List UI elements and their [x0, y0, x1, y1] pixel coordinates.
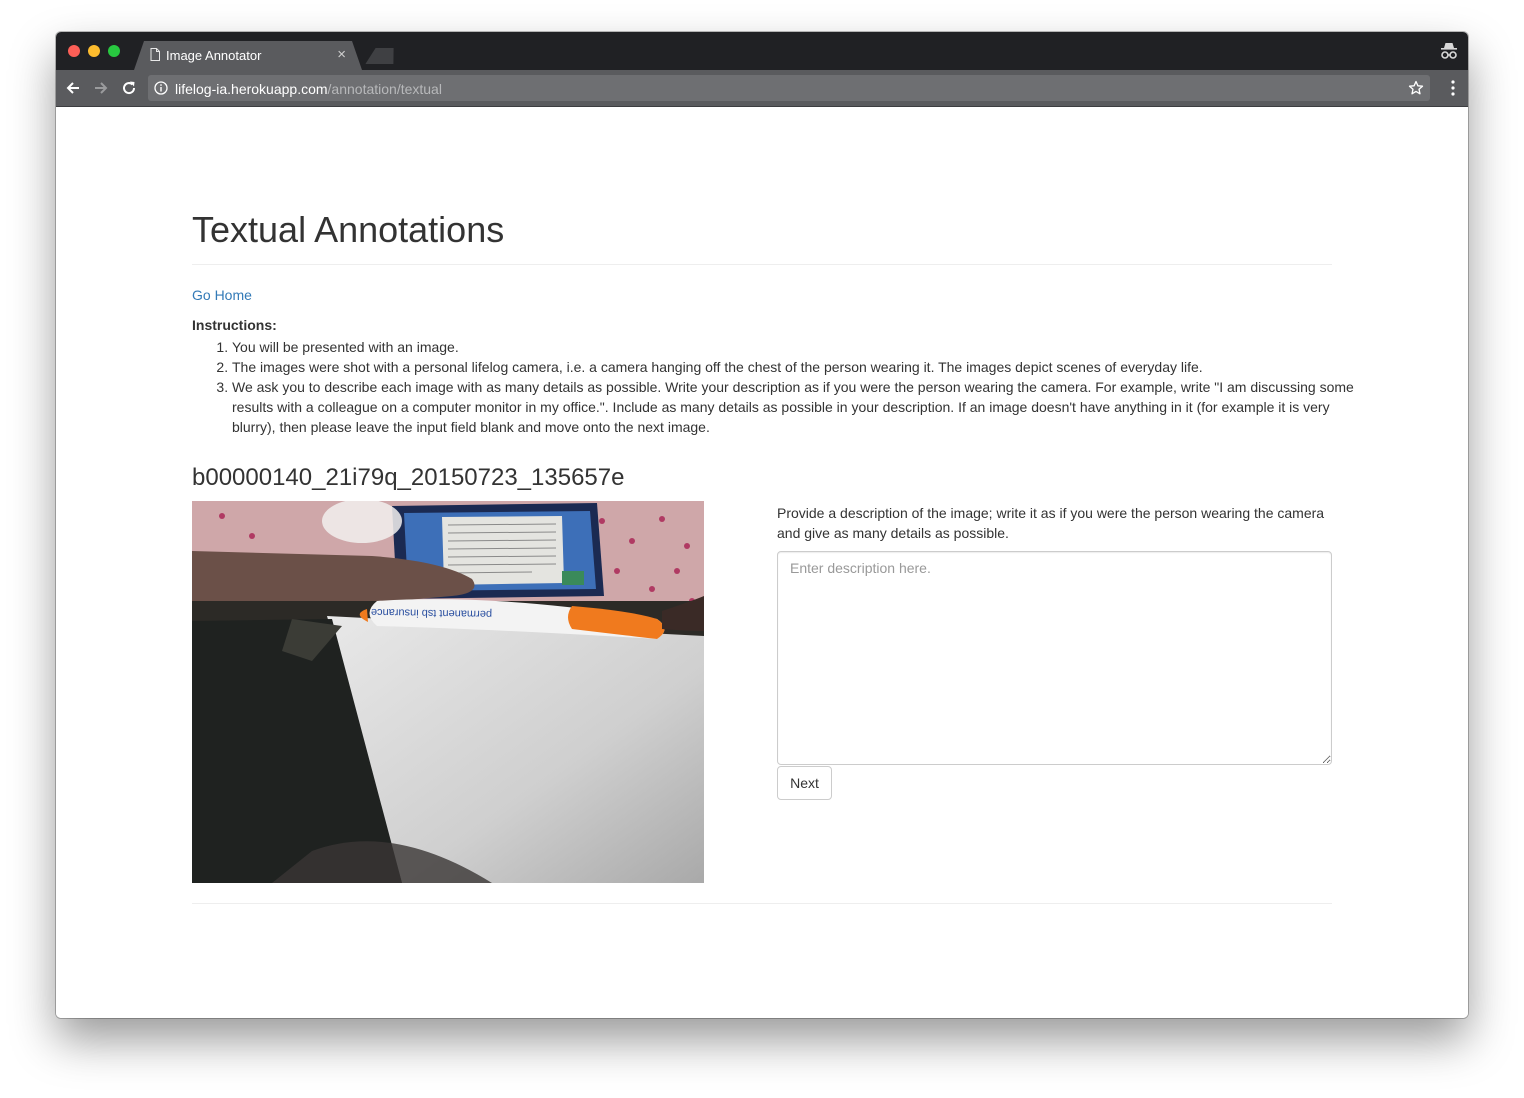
- url-host: lifelog-ia.herokuapp.com: [175, 81, 328, 97]
- description-textarea[interactable]: [777, 551, 1332, 765]
- next-button[interactable]: Next: [777, 766, 832, 800]
- description-prompt: Provide a description of the image; writ…: [777, 505, 1325, 541]
- forward-arrow-icon[interactable]: [92, 79, 110, 97]
- instruction-item: The images were shot with a personal lif…: [232, 357, 1372, 377]
- url-path: /annotation/textual: [327, 81, 442, 97]
- back-arrow-icon[interactable]: [64, 79, 82, 97]
- tab-title: Image Annotator: [166, 48, 262, 63]
- info-icon[interactable]: [154, 81, 168, 95]
- instruction-item: We ask you to describe each image with a…: [232, 377, 1372, 437]
- tab-close-icon[interactable]: ×: [337, 46, 346, 64]
- page-title: Textual Annotations: [192, 209, 505, 250]
- incognito-icon: [1441, 43, 1457, 59]
- image-id-heading: b00000140_21i79q_20150723_135657e: [192, 464, 625, 491]
- instructions-list: You will be presented with an image. The…: [192, 337, 1372, 437]
- footer-divider: [192, 903, 1332, 904]
- go-home-link[interactable]: Go Home: [192, 287, 252, 303]
- zoom-window-button[interactable]: [108, 45, 120, 57]
- new-tab-button[interactable]: [365, 48, 398, 64]
- tab-bar: Image Annotator ×: [56, 32, 1468, 70]
- tab-image-annotator[interactable]: Image Annotator ×: [134, 41, 362, 70]
- browser-toolbar: lifelog-ia.herokuapp.com/annotation/text…: [56, 70, 1468, 107]
- page-icon: [150, 48, 160, 61]
- browser-window: Image Annotator × lifelog-ia.herokuapp.c…: [56, 32, 1468, 1018]
- reload-icon[interactable]: [120, 79, 138, 97]
- instructions-label: Instructions:: [192, 317, 277, 333]
- lifelog-photo: permanent tsb insurance: [192, 501, 704, 883]
- svg-text:permanent tsb insurance: permanent tsb insurance: [371, 606, 492, 620]
- address-bar[interactable]: lifelog-ia.herokuapp.com/annotation/text…: [148, 75, 1430, 101]
- url-text[interactable]: lifelog-ia.herokuapp.com/annotation/text…: [175, 81, 442, 97]
- instruction-item: You will be presented with an image.: [232, 337, 1372, 357]
- page-content: Textual Annotations Go Home Instructions…: [56, 107, 1468, 1018]
- menu-icon[interactable]: [1450, 79, 1456, 97]
- header-divider: [192, 264, 1332, 265]
- star-icon[interactable]: [1408, 80, 1424, 96]
- close-window-button[interactable]: [68, 45, 80, 57]
- minimize-window-button[interactable]: [88, 45, 100, 57]
